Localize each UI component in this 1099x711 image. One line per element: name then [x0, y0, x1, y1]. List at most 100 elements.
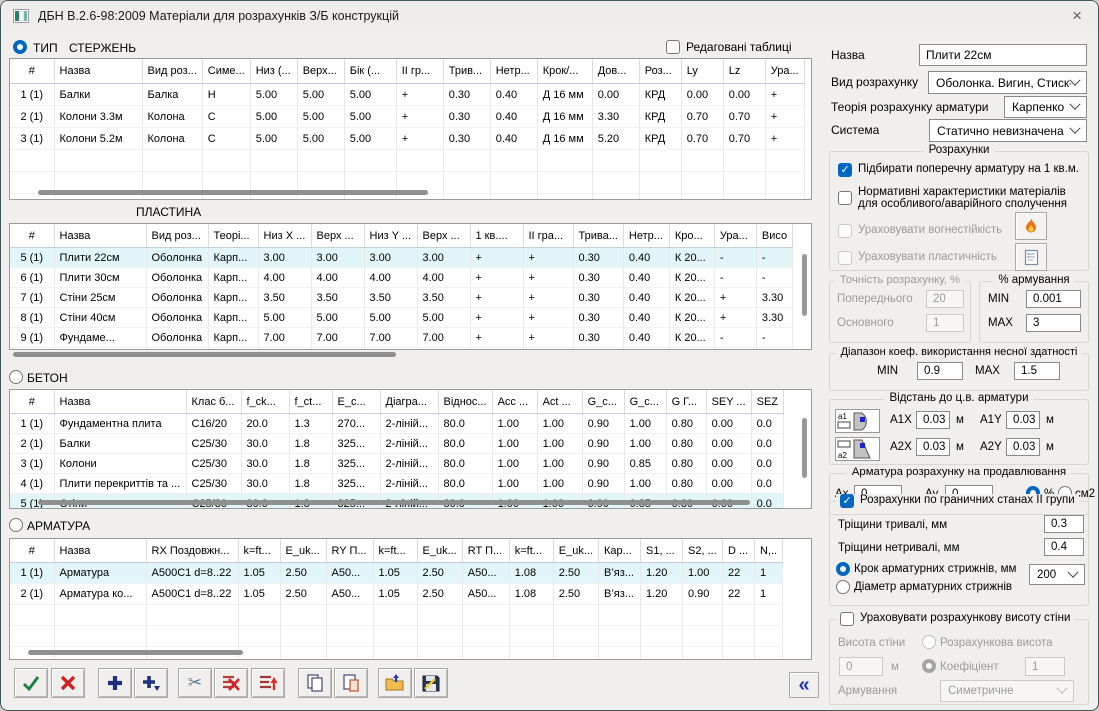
- table-cell[interactable]: 0.90: [582, 414, 624, 434]
- table-cell[interactable]: 5.20: [592, 128, 639, 150]
- table-cell[interactable]: 5.00: [258, 308, 311, 328]
- column-header[interactable]: Низ X ...: [258, 224, 311, 248]
- table-cell[interactable]: Колони: [54, 454, 186, 474]
- table-cell[interactable]: 30.0: [241, 454, 289, 474]
- table-cell[interactable]: -: [714, 248, 756, 268]
- vscrollbar-thumb[interactable]: [802, 254, 807, 316]
- table-cell[interactable]: 0.30: [573, 268, 623, 288]
- table-cell[interactable]: Оболонка: [146, 328, 208, 348]
- table-cell[interactable]: 1.8: [289, 474, 332, 494]
- column-header[interactable]: II гра...: [523, 224, 573, 248]
- a2x-input[interactable]: 0.03: [916, 438, 950, 456]
- normatyvni-checkbox[interactable]: Нормативні характеристики матеріалів для…: [838, 186, 1082, 210]
- a1y-input[interactable]: 0.03: [1006, 411, 1040, 429]
- plasticity-settings-button[interactable]: [1015, 243, 1047, 271]
- radio-typ-label[interactable]: ТИП: [33, 41, 58, 55]
- granychni-checkbox[interactable]: Розрахунки по граничних станах II групи: [836, 494, 1079, 508]
- table-cell[interactable]: 0.0: [751, 494, 783, 510]
- table-cell[interactable]: 1.08: [509, 563, 553, 584]
- radio-krok-label[interactable]: Крок арматурних стрижнів, мм: [854, 563, 1016, 575]
- radio-armatura-label[interactable]: АРМАТУРА: [27, 519, 90, 533]
- table-cell[interactable]: 3.50: [417, 288, 470, 308]
- table-cell[interactable]: +: [714, 308, 756, 328]
- column-header[interactable]: Ура...: [714, 224, 756, 248]
- table-cell[interactable]: 9 (1): [10, 328, 54, 348]
- table-cell[interactable]: C25/30: [186, 474, 241, 494]
- vscrollbar-thumb[interactable]: [802, 418, 807, 478]
- table-cell[interactable]: 0.70: [723, 106, 765, 128]
- table-cell[interactable]: 0.80: [666, 434, 706, 454]
- max-koef-input[interactable]: 1.5: [1014, 362, 1060, 380]
- table-cell[interactable]: Карп...: [208, 308, 258, 328]
- table-cell[interactable]: 0.40: [623, 328, 669, 348]
- column-header[interactable]: Діагра...: [380, 390, 438, 414]
- radio-beton[interactable]: [9, 370, 23, 384]
- column-header[interactable]: D ...: [723, 539, 755, 563]
- table-cell[interactable]: 3 (1): [10, 454, 54, 474]
- checkbox-box[interactable]: [666, 40, 680, 54]
- table-row[interactable]: 1 (1)Фундаментна плитаC16/2020.01.3270..…: [10, 414, 784, 434]
- table-row[interactable]: 1 (1)АрматураA500C1 d=8..221.052.50A50..…: [10, 563, 783, 584]
- table-cell[interactable]: 5.00: [297, 106, 344, 128]
- table-cell[interactable]: 3 (1): [10, 128, 54, 150]
- delete-rows-button[interactable]: [214, 668, 248, 698]
- table-cell[interactable]: 30.0: [241, 474, 289, 494]
- table-cell[interactable]: 0.40: [623, 248, 669, 268]
- table-cell[interactable]: 1.3: [289, 414, 332, 434]
- table-cell[interactable]: +: [714, 288, 756, 308]
- table-cell[interactable]: 7.00: [417, 328, 470, 348]
- radio-typ[interactable]: [13, 40, 27, 54]
- table-cell[interactable]: 0.40: [490, 84, 537, 106]
- column-header[interactable]: #: [10, 390, 54, 414]
- table-cell[interactable]: 0.40: [490, 128, 537, 150]
- table-cell[interactable]: 3.30: [756, 308, 792, 328]
- table-cell[interactable]: 7.00: [364, 328, 417, 348]
- table-cell[interactable]: 325...: [332, 434, 380, 454]
- table-cell[interactable]: 1.00: [492, 434, 537, 454]
- table-row[interactable]: 5 (1)Плити 22смОболонкаКарп...3.003.003.…: [10, 248, 793, 268]
- table-cell[interactable]: +: [470, 268, 523, 288]
- column-header[interactable]: Бік (...: [344, 59, 396, 84]
- table-cell[interactable]: В’яз...: [599, 563, 641, 584]
- min-koef-input[interactable]: 0.9: [917, 362, 963, 380]
- table-cell[interactable]: 22: [723, 584, 755, 605]
- column-header[interactable]: f_ck...: [241, 390, 289, 414]
- table-row-empty[interactable]: [10, 150, 804, 172]
- table-cell[interactable]: A500C1 d=8..22: [146, 563, 238, 584]
- section-a1-button[interactable]: a1: [835, 409, 880, 433]
- move-rows-button[interactable]: [251, 668, 285, 698]
- table-cell[interactable]: 0.0: [751, 434, 783, 454]
- table-cell[interactable]: Балки: [54, 84, 142, 106]
- table-cell[interactable]: 80.0: [438, 454, 492, 474]
- column-header[interactable]: RX Поздовжн...: [146, 539, 238, 563]
- column-header[interactable]: G_c...: [624, 390, 666, 414]
- section-a2-button[interactable]: a2: [835, 437, 880, 461]
- a1x-input[interactable]: 0.03: [916, 411, 950, 429]
- table-cell[interactable]: 5.00: [344, 84, 396, 106]
- table-cell[interactable]: 1.05: [238, 584, 280, 605]
- table-cell[interactable]: 0.0: [751, 454, 783, 474]
- column-header[interactable]: Вид роз...: [142, 59, 202, 84]
- table-cell[interactable]: +: [765, 106, 804, 128]
- table-cell[interactable]: Колона: [142, 106, 202, 128]
- table-cell[interactable]: 0.90: [683, 584, 723, 605]
- column-header[interactable]: Низ (...: [250, 59, 297, 84]
- column-header[interactable]: Віднос...: [438, 390, 492, 414]
- table-cell[interactable]: 6 (1): [10, 268, 54, 288]
- table-cell[interactable]: A50...: [326, 563, 373, 584]
- close-icon[interactable]: ×: [1072, 7, 1082, 25]
- table-cell[interactable]: К 20...: [669, 248, 714, 268]
- column-header[interactable]: Висо: [756, 224, 792, 248]
- table-cell[interactable]: Оболонка: [146, 288, 208, 308]
- cut-button[interactable]: ✂: [178, 668, 212, 698]
- table-cell[interactable]: 0.00: [706, 434, 751, 454]
- save-button[interactable]: [414, 668, 448, 698]
- column-header[interactable]: #: [10, 224, 54, 248]
- table-cell[interactable]: Карп...: [208, 288, 258, 308]
- column-header[interactable]: #: [10, 59, 54, 84]
- table-cell[interactable]: 22: [723, 563, 755, 584]
- table-cell[interactable]: 325...: [332, 474, 380, 494]
- table-cell[interactable]: Стіни 40см: [54, 308, 146, 328]
- table-cell[interactable]: 0.80: [666, 414, 706, 434]
- table-cell[interactable]: C25/30: [186, 434, 241, 454]
